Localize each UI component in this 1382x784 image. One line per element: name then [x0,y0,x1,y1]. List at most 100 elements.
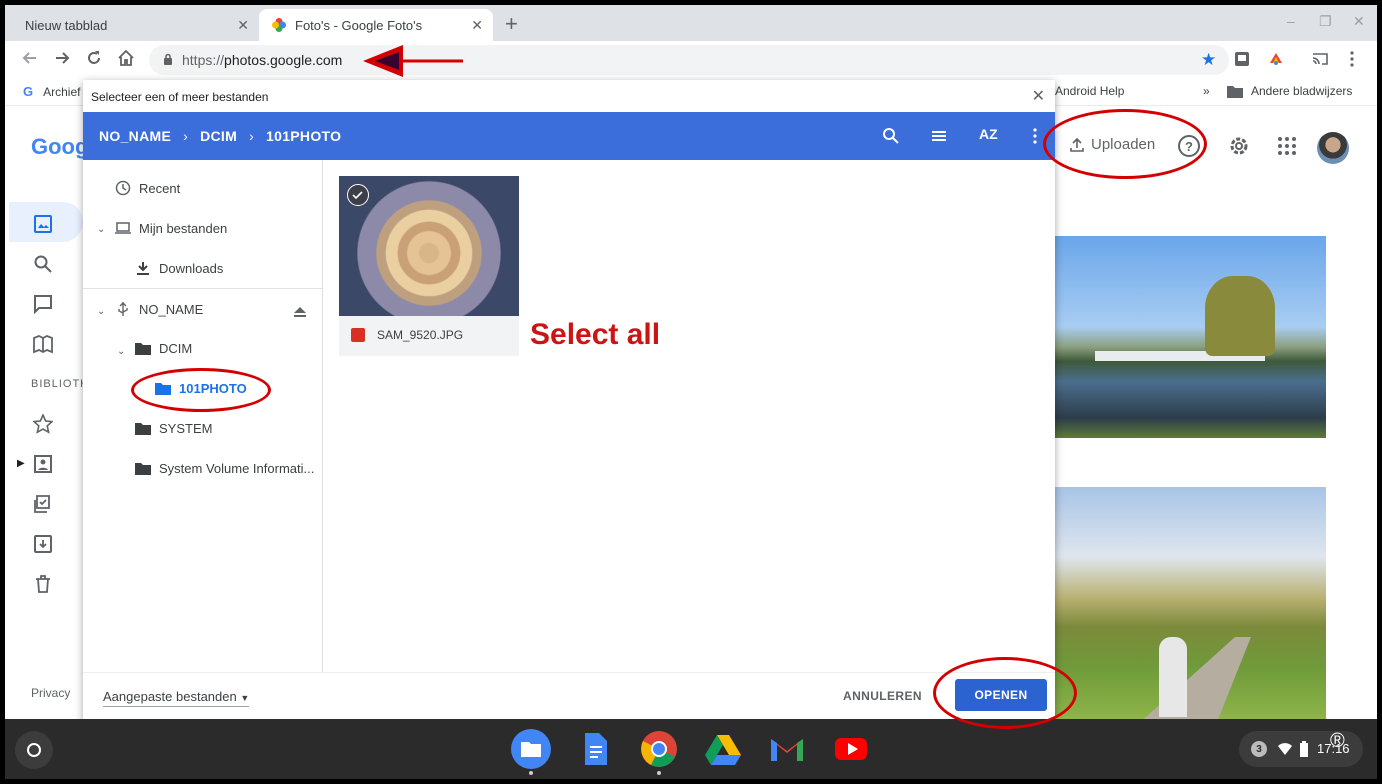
search-icon[interactable] [881,126,901,146]
home-icon[interactable] [117,49,135,67]
cast-icon[interactable] [1311,50,1329,68]
reload-icon[interactable] [85,49,103,67]
sidebar-item-usb-no-name[interactable]: NO_NAME [115,301,203,317]
tab-new-tab[interactable]: Nieuw tabblad ✕ [13,9,259,41]
dialog-sidebar: Recent ⌄ Mijn bestanden Downloads ⌄ NO_N… [83,160,323,672]
expand-caret-icon[interactable]: ▶ [17,458,25,469]
minimize-icon[interactable]: ‒ [1287,13,1295,29]
archive-icon[interactable] [33,534,53,554]
sidebar-item-system-volume-information[interactable]: System Volume Informati... [135,461,314,476]
chevron-down-icon[interactable]: ⌄ [117,346,125,357]
search-icon[interactable] [33,254,53,274]
tree-shape [1205,276,1275,356]
trash-icon[interactable] [33,574,53,594]
bookmark-archief[interactable]: G Archief [23,84,80,99]
apps-grid-icon[interactable] [1275,134,1299,158]
breadcrumb-dcim[interactable]: DCIM [200,128,237,144]
breadcrumb-separator: › [249,128,255,144]
breadcrumb-separator: › [183,128,189,144]
extension-icon[interactable] [1233,50,1251,68]
gmail-icon[interactable] [767,729,807,769]
photos-left-nav: BIBLIOTH ▶ [5,176,88,716]
photo-thumbnail-bridge[interactable] [1055,236,1326,438]
cancel-button[interactable]: ANNULEREN [843,689,922,703]
photos-icon[interactable] [33,214,53,234]
file-type-dropdown[interactable]: Aangepaste bestanden ▼ [103,689,250,707]
sort-icon[interactable]: AZ [979,126,999,146]
star-icon[interactable] [33,414,53,434]
bookmark-star-icon[interactable]: ★ [1201,50,1216,70]
select-check-icon[interactable] [347,184,369,206]
sidebar-label: DCIM [159,341,193,356]
lock-icon [164,53,172,65]
docs-icon[interactable] [575,729,615,769]
bookmark-android-help[interactable]: Android Help [1055,84,1124,98]
person-shape [1159,637,1187,717]
chevron-down-icon[interactable]: ⌄ [97,224,105,235]
sidebar-item-downloads[interactable]: Downloads [135,260,223,276]
gear-icon[interactable] [1227,134,1251,158]
extension-color-icon[interactable] [1267,50,1285,68]
sharing-icon[interactable] [33,294,53,314]
app-running-dot [657,771,661,775]
chromeos-shelf: 3 17:16 [5,719,1377,779]
launcher-button[interactable] [15,731,53,769]
back-icon[interactable] [21,49,39,67]
laptop-icon [115,222,131,234]
file-name-row: SAM_9520.JPG [351,328,463,342]
bookmark-other[interactable]: Andere bladwijzers [1227,84,1352,98]
bookmark-label: Android Help [1055,84,1125,98]
drive-icon[interactable] [703,729,743,769]
download-icon [137,262,149,275]
breadcrumb-101photo[interactable]: 101PHOTO [266,128,341,144]
red-circle-open-annotation [933,657,1077,729]
file-tile-sam-9520[interactable]: SAM_9520.JPG [339,176,519,356]
folder-icon [1227,85,1243,98]
tab-close-icon[interactable]: ✕ [471,17,483,34]
red-arrow-annotation [363,45,463,77]
chevron-down-icon[interactable]: ⌄ [97,306,105,317]
close-window-icon[interactable]: ✕ [1353,13,1365,30]
dialog-title: Selecteer een of meer bestanden [91,90,269,104]
avatar[interactable] [1317,132,1349,164]
sidebar-label: SYSTEM [159,421,213,436]
book-icon[interactable] [33,334,53,354]
menu-kebab-icon[interactable] [1343,50,1361,68]
chrome-icon[interactable] [639,729,679,769]
forward-icon[interactable] [53,49,71,67]
restore-icon[interactable]: ❐ [1319,13,1332,30]
utilities-icon[interactable] [33,494,53,514]
sidebar-item-my-files[interactable]: Mijn bestanden [115,220,227,236]
close-icon[interactable]: ✕ [1032,86,1045,106]
breadcrumb-no-name[interactable]: NO_NAME [99,128,171,144]
sidebar-divider [83,288,323,289]
eject-icon[interactable] [293,306,307,318]
tab-google-photos[interactable]: Foto's - Google Foto's ✕ [259,9,493,41]
launcher-circle-icon [27,743,41,757]
wifi-icon [1278,743,1292,755]
privacy-link[interactable]: Privacy [31,686,70,700]
bookmarks-overflow[interactable]: » [1203,84,1210,98]
library-heading: BIBLIOTH [31,378,90,390]
address-bar[interactable]: https://photos.google.com ★ [149,45,1229,75]
tab-label: Foto's - Google Foto's [295,17,423,33]
bookmark-label: Archief [43,84,81,99]
menu-kebab-icon[interactable] [1025,126,1045,146]
youtube-icon[interactable] [831,729,871,769]
sidebar-item-dcim[interactable]: DCIM [135,341,192,356]
folder-icon [135,423,151,435]
image-file-icon [351,328,365,342]
tab-close-icon[interactable]: ✕ [237,17,249,34]
tab-strip: Nieuw tabblad ✕ Foto's - Google Foto's ✕… [5,5,1377,41]
new-tab-button[interactable]: + [505,11,518,37]
list-view-icon[interactable] [929,126,949,146]
notification-count-badge: 3 [1251,741,1267,757]
album-icon[interactable] [33,454,53,474]
files-icon[interactable] [511,729,551,769]
sidebar-item-recent[interactable]: Recent [115,180,180,196]
bookmark-label: Andere bladwijzers [1251,84,1353,98]
sidebar-item-system[interactable]: SYSTEM [135,421,212,436]
battery-icon [1300,741,1308,757]
google-photos-logo[interactable]: Goog [31,134,88,160]
photo-thumbnail-path[interactable] [1055,487,1326,720]
